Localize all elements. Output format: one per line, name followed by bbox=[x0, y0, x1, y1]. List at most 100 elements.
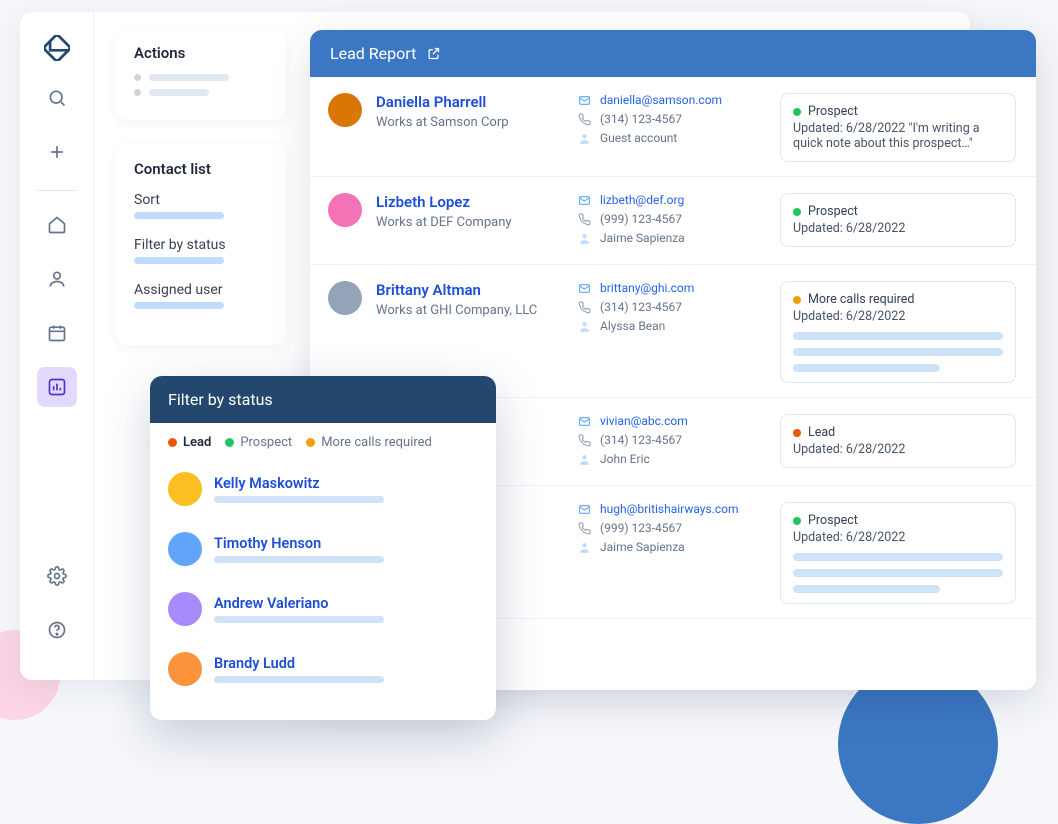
account-icon bbox=[576, 132, 592, 145]
person-detail-placeholder bbox=[214, 556, 384, 563]
placeholder-line bbox=[793, 364, 940, 372]
lead-account-row: Jaime Sapienza bbox=[576, 231, 766, 245]
person-name: Brandy Ludd bbox=[214, 655, 384, 672]
lead-email[interactable]: lizbeth@def.org bbox=[600, 193, 684, 207]
status-label: Lead bbox=[808, 425, 835, 440]
status-dot bbox=[793, 296, 801, 304]
lead-email[interactable]: hugh@britishairways.com bbox=[600, 502, 738, 516]
lead-name[interactable]: Daniella Pharrell bbox=[376, 93, 562, 111]
avatar bbox=[328, 193, 362, 227]
user-icon[interactable] bbox=[37, 259, 77, 299]
placeholder-line bbox=[793, 553, 1003, 561]
phone-icon bbox=[576, 213, 592, 226]
lead-email[interactable]: vivian@abc.com bbox=[600, 414, 688, 428]
calendar-icon[interactable] bbox=[37, 313, 77, 353]
phone-icon bbox=[576, 522, 592, 535]
status-label: Prospect bbox=[808, 513, 858, 528]
search-icon[interactable] bbox=[37, 78, 77, 118]
status-label: More calls required bbox=[808, 292, 914, 307]
lead-email[interactable]: brittany@ghi.com bbox=[600, 281, 694, 295]
lead-name[interactable]: Lizbeth Lopez bbox=[376, 193, 562, 211]
lead-account: Jaime Sapienza bbox=[600, 540, 685, 554]
lead-email-row: lizbeth@def.org bbox=[576, 193, 766, 207]
status-updated: Updated: 6/28/2022 bbox=[793, 530, 1003, 545]
legend-prospect[interactable]: Prospect bbox=[225, 435, 292, 450]
mail-icon bbox=[576, 282, 592, 295]
status-box[interactable]: More calls requiredUpdated: 6/28/2022 bbox=[780, 281, 1016, 383]
lead-account: John Eric bbox=[600, 452, 650, 466]
lead-phone-row: (314) 123-4567 bbox=[576, 433, 766, 447]
filter-person-row[interactable]: Brandy Ludd bbox=[168, 642, 478, 702]
phone-icon bbox=[576, 113, 592, 126]
status-dot bbox=[793, 208, 801, 216]
status-header: Lead bbox=[793, 425, 1003, 440]
assigned-user-option[interactable]: Assigned user bbox=[134, 282, 268, 298]
lead-account: Jaime Sapienza bbox=[600, 231, 685, 245]
settings-icon[interactable] bbox=[37, 556, 77, 596]
avatar bbox=[168, 532, 202, 566]
filter-by-status-popup: Filter by status Lead Prospect More call… bbox=[150, 376, 496, 720]
sort-option[interactable]: Sort bbox=[134, 192, 268, 208]
status-box[interactable]: ProspectUpdated: 6/28/2022 "I'm writing … bbox=[780, 93, 1016, 162]
lead-email[interactable]: daniella@samson.com bbox=[600, 93, 722, 107]
lead-account: Guest account bbox=[600, 131, 677, 145]
action-item[interactable] bbox=[134, 74, 268, 81]
open-external-icon[interactable] bbox=[426, 46, 441, 61]
placeholder-line bbox=[793, 585, 940, 593]
lead-phone: (314) 123-4567 bbox=[600, 433, 682, 447]
add-icon[interactable] bbox=[37, 132, 77, 172]
filter-person-row[interactable]: Andrew Valeriano bbox=[168, 582, 478, 642]
status-header: Prospect bbox=[793, 104, 1003, 119]
avatar bbox=[328, 93, 362, 127]
reports-icon[interactable] bbox=[37, 367, 77, 407]
lead-email-row: brittany@ghi.com bbox=[576, 281, 766, 295]
home-icon[interactable] bbox=[37, 205, 77, 245]
lead-account: Alyssa Bean bbox=[600, 319, 665, 333]
status-box[interactable]: ProspectUpdated: 6/28/2022 bbox=[780, 193, 1016, 247]
lead-phone-row: (999) 123-4567 bbox=[576, 521, 766, 535]
avatar bbox=[168, 592, 202, 626]
lead-report-header: Lead Report bbox=[310, 30, 1036, 77]
lead-phone-row: (999) 123-4567 bbox=[576, 212, 766, 226]
account-icon bbox=[576, 453, 592, 466]
app-logo-icon[interactable] bbox=[37, 28, 77, 68]
legend-lead[interactable]: Lead bbox=[168, 435, 211, 450]
lead-email-row: hugh@britishairways.com bbox=[576, 502, 766, 516]
mail-icon bbox=[576, 194, 592, 207]
actions-card: Actions bbox=[116, 30, 286, 120]
lead-name[interactable]: Brittany Altman bbox=[376, 281, 562, 299]
person-name: Kelly Maskowitz bbox=[214, 475, 384, 492]
status-label: Prospect bbox=[808, 104, 858, 119]
status-box[interactable]: Lead Updated: 6/28/2022 bbox=[780, 414, 1016, 468]
person-detail-placeholder bbox=[214, 676, 384, 683]
status-label: Prospect bbox=[808, 204, 858, 219]
lead-company: Works at DEF Company bbox=[376, 215, 562, 230]
status-dot bbox=[793, 429, 801, 437]
lead-account-row: John Eric bbox=[576, 452, 766, 466]
person-name: Timothy Henson bbox=[214, 535, 384, 552]
mail-icon bbox=[576, 94, 592, 107]
lead-email-row: vivian@abc.com bbox=[576, 414, 766, 428]
person-detail-placeholder bbox=[214, 616, 384, 623]
lead-row: Daniella PharrellWorks at Samson Corpdan… bbox=[310, 77, 1036, 177]
action-item[interactable] bbox=[134, 89, 268, 96]
lead-report-title: Lead Report bbox=[330, 44, 416, 63]
status-box[interactable]: Prospect Updated: 6/28/2022 bbox=[780, 502, 1016, 604]
help-icon[interactable] bbox=[37, 610, 77, 650]
lead-phone-row: (314) 123-4567 bbox=[576, 112, 766, 126]
avatar bbox=[328, 281, 362, 315]
placeholder-line bbox=[793, 332, 1003, 340]
account-icon bbox=[576, 541, 592, 554]
sidebar-divider bbox=[37, 190, 77, 191]
status-updated: Updated: 6/28/2022 bbox=[793, 442, 1003, 457]
avatar bbox=[168, 472, 202, 506]
filter-person-row[interactable]: Timothy Henson bbox=[168, 522, 478, 582]
person-name: Andrew Valeriano bbox=[214, 595, 384, 612]
phone-icon bbox=[576, 434, 592, 447]
filter-person-row[interactable]: Kelly Maskowitz bbox=[168, 462, 478, 522]
account-icon bbox=[576, 320, 592, 333]
status-dot bbox=[793, 517, 801, 525]
status-header: More calls required bbox=[793, 292, 1003, 307]
filter-by-status-option[interactable]: Filter by status bbox=[134, 237, 268, 253]
legend-more-calls[interactable]: More calls required bbox=[306, 435, 432, 450]
